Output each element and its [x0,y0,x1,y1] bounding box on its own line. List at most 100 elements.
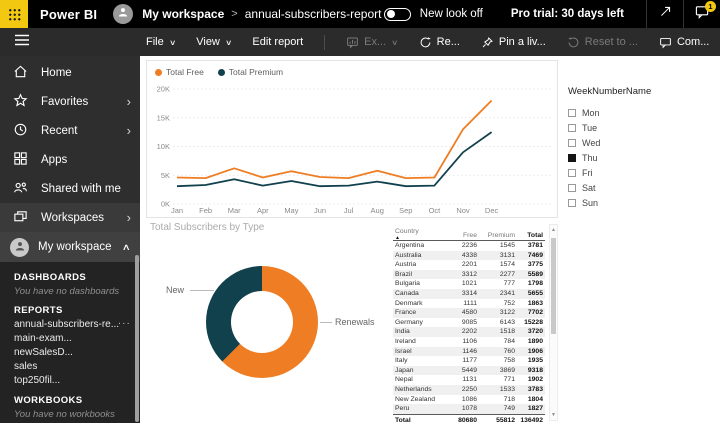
breadcrumb-workspace[interactable]: My workspace [142,7,224,21]
sidebar-scrollbar[interactable] [135,255,139,422]
scroll-down-arrow-icon[interactable]: ▼ [550,412,557,418]
table-row[interactable]: Bulgaria 1021 777 1798 [393,279,545,289]
table-row[interactable]: Israel 1146 760 1906 [393,346,545,357]
cell-free: 1106 [462,337,477,345]
slicer-option-tue[interactable]: Tue [568,120,708,135]
file-menu[interactable]: File ∨ [146,36,176,48]
report-list-item-label: sales [14,361,38,372]
sidebar-item-favorites[interactable]: Favorites › [0,87,140,116]
table-row[interactable]: New Zealand 1086 718 1804 [393,395,545,405]
workspaces-icon [13,209,28,227]
table-row[interactable]: Denmark 1111 752 1863 [393,299,545,309]
cell-premium: 784 [503,337,515,345]
empty-section-text: You have no workbooks [14,409,115,420]
slicer-option-wed[interactable]: Wed [568,135,708,150]
cell-country: Ireland [395,337,416,345]
svg-text:Jan: Jan [171,206,183,215]
checkbox-icon[interactable] [568,183,576,192]
table-row[interactable]: Italy 1177 758 1935 [393,356,545,366]
table-row[interactable]: Argentina 2236 1545 3781 [393,241,545,251]
column-header-free[interactable]: Free [451,232,479,240]
new-look-toggle[interactable] [383,7,411,21]
edit-report-button[interactable]: Edit report [252,36,303,48]
report-list-item[interactable]: annual-subscribers-re...... [0,315,140,332]
table-row[interactable]: Ireland 1106 784 1890 [393,337,545,347]
cell-premium: 1545 [499,242,515,249]
table-scrollbar[interactable]: ▲ ▼ [549,224,558,421]
cell-total: 15228 [524,318,543,326]
checkbox-icon[interactable] [568,168,576,177]
view-menu[interactable]: View ∨ [196,36,232,48]
slicer-option-thu[interactable]: Thu [568,150,708,165]
slicer-option-mon[interactable]: Mon [568,105,708,120]
table-scrollbar-thumb[interactable] [551,238,556,334]
column-header-total[interactable]: Total [517,232,545,240]
sidebar-item-my-workspace[interactable]: My workspace ∧ [0,232,140,262]
chevron-right-icon: › [126,94,131,109]
sidebar-item-shared-with-me[interactable]: Shared with me [0,174,140,203]
cell-total: 7702 [527,309,543,317]
table-row[interactable]: Brazil 3312 2277 5589 [393,269,545,280]
my-workspace-label: My workspace [38,241,112,253]
app-launcher-waffle-icon[interactable] [0,0,28,28]
cell-premium: 6143 [499,318,515,326]
cell-premium: 771 [503,376,515,384]
clock-icon [13,122,28,140]
checkbox-icon[interactable] [568,123,576,132]
table-row[interactable]: Australia 4338 3131 7469 [393,250,545,261]
cell-country: Netherlands [395,385,432,393]
cell-total: 1827 [527,405,543,413]
donut-chart[interactable] [206,266,318,378]
table-row[interactable]: India 2202 1518 3720 [393,327,545,337]
report-list-item[interactable]: top250fil... [0,374,140,388]
hamburger-menu-icon[interactable] [14,33,30,51]
breadcrumb-separator: > [231,8,238,20]
empty-section-text: You have no dashboards [14,286,120,297]
table-row[interactable]: Netherlands 2250 1533 3783 [393,384,545,395]
workspace-avatar[interactable] [113,4,134,24]
cell-country: Austria [395,261,417,269]
table-row[interactable]: Austria 2201 1574 3775 [393,260,545,270]
checkbox-icon[interactable] [568,108,576,117]
checkbox-icon[interactable] [568,153,576,162]
country-table[interactable]: Country ▲ Free Premium Total Argentina 2236 154… [393,224,545,425]
report-list-item[interactable]: main-exam... [0,332,140,346]
slicer-option-sun[interactable]: Sun [568,195,708,210]
sidebar-item-recent[interactable]: Recent › [0,116,140,145]
report-list-item[interactable]: sales [0,360,140,374]
comments-button[interactable]: Com... [659,36,709,49]
column-header-country[interactable]: Country ▲ [393,228,451,240]
cell-total: 1935 [527,357,543,365]
line-chart-visual[interactable]: Total Free Total Premium 0K 5K 10K 15K 20K Jan… [146,60,558,218]
cell-total: 9318 [527,366,543,374]
sidebar-item-home[interactable]: Home [0,58,140,87]
slicer-option-fri[interactable]: Fri [568,165,708,180]
sidebar-item-apps[interactable]: Apps [0,145,140,174]
pin-live-page-button[interactable]: Pin a liv... [481,36,546,49]
table-row[interactable]: Peru 1078 749 1827 [393,404,545,414]
table-row[interactable]: Canada 3314 2341 5655 [393,288,545,299]
slicer-option-sat[interactable]: Sat [568,180,708,195]
table-row[interactable]: Germany 9085 6143 15228 [393,318,545,328]
table-row[interactable]: France 4580 3122 7702 [393,308,545,318]
checkbox-icon[interactable] [568,198,576,207]
table-row[interactable]: Japan 5449 3869 9318 [393,365,545,376]
slicer-option-label: Tue [582,122,598,133]
cell-free: 3314 [461,289,477,297]
legend-label: Total Free [166,67,204,77]
cell-premium: 749 [503,405,515,413]
scroll-up-arrow-icon[interactable]: ▲ [550,227,557,233]
more-options-icon[interactable]: ... [118,315,131,329]
legend-item: Total Free [155,67,204,77]
column-header-premium[interactable]: Premium [479,232,517,240]
checkbox-icon[interactable] [568,138,576,147]
cell-country: France [395,309,417,317]
refresh-icon [419,36,432,49]
breadcrumb-report-name[interactable]: annual-subscribers-report [245,7,382,21]
sidebar-item-workspaces[interactable]: Workspaces › [0,203,140,232]
table-row[interactable]: Nepal 1131 771 1902 [393,375,545,385]
refresh-button[interactable]: Re... [419,36,460,49]
fullscreen-expand-icon[interactable] [647,0,683,28]
notifications-icon[interactable]: 1 [684,0,720,28]
report-list-item[interactable]: newSalesD... [0,346,140,360]
